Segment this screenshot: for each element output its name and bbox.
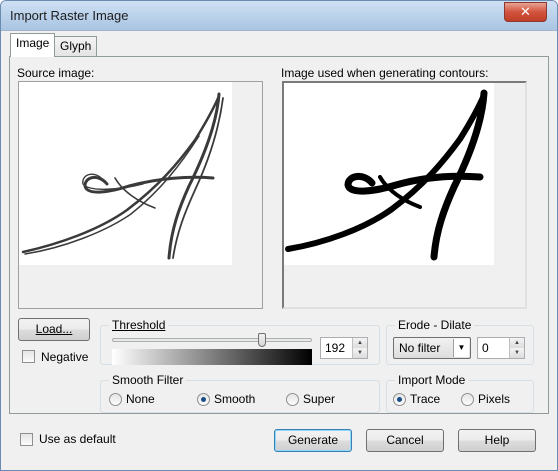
use-as-default-label: Use as default <box>39 432 116 446</box>
help-button[interactable]: Help <box>458 429 536 452</box>
source-image-box <box>18 81 263 309</box>
use-as-default-checkbox[interactable] <box>20 433 33 446</box>
cancel-button[interactable]: Cancel <box>366 429 444 452</box>
close-icon: ✕ <box>520 4 531 19</box>
smooth-super-radio[interactable] <box>286 393 299 406</box>
image-tab-panel: Source image: Image used when generating… <box>9 56 549 414</box>
smooth-smooth-radio[interactable] <box>197 393 210 406</box>
import-trace-radio[interactable] <box>393 393 406 406</box>
import-raster-image-dialog: Import Raster Image ✕ Image Glyph Source… <box>0 0 558 471</box>
source-image-preview <box>19 82 232 265</box>
smooth-none-label: None <box>126 392 155 406</box>
filter-select[interactable]: No filter ▼ <box>393 337 471 359</box>
smooth-filter-title: Smooth Filter <box>109 373 187 387</box>
threshold-slider[interactable] <box>112 338 312 342</box>
import-trace-label: Trace <box>410 392 441 406</box>
import-mode-title: Import Mode <box>395 373 469 387</box>
window-title: Import Raster Image <box>10 8 129 23</box>
smooth-super-label: Super <box>303 392 336 406</box>
threshold-spinbox[interactable]: 192 ▲ ▼ <box>320 337 368 359</box>
threshold-value: 192 <box>325 341 346 355</box>
help-button-label: Help <box>484 433 510 447</box>
tab-glyph[interactable]: Glyph <box>54 36 98 56</box>
smooth-smooth-label: Smooth <box>214 392 256 406</box>
threshold-down-icon[interactable]: ▼ <box>352 348 367 358</box>
load-button-label: Load... <box>35 322 73 336</box>
close-button[interactable]: ✕ <box>504 2 547 22</box>
contour-image-preview <box>284 83 494 265</box>
erode-up-icon[interactable]: ▲ <box>509 338 524 348</box>
import-pixels-label: Pixels <box>478 392 511 406</box>
negative-checkbox[interactable] <box>22 350 35 363</box>
threshold-slider-thumb[interactable] <box>258 333 266 347</box>
smooth-none-radio[interactable] <box>109 393 122 406</box>
import-pixels-radio[interactable] <box>461 393 474 406</box>
erode-down-icon[interactable]: ▼ <box>509 348 524 358</box>
tab-image[interactable]: Image <box>10 33 56 57</box>
threshold-gradient <box>112 349 312 365</box>
import-mode-group: Import Mode <box>386 373 534 413</box>
title-bar[interactable]: Import Raster Image ✕ <box>1 1 557 31</box>
generate-button[interactable]: Generate <box>274 429 352 452</box>
negative-label: Negative <box>41 350 89 364</box>
erode-dilate-title: Erode - Dilate <box>395 318 475 332</box>
contour-image-box <box>282 81 527 309</box>
cancel-button-label: Cancel <box>386 433 424 447</box>
erode-dilate-spinbox[interactable]: 0 ▲ ▼ <box>477 337 525 359</box>
source-image-label: Source image: <box>17 66 95 80</box>
chevron-down-icon: ▼ <box>453 339 469 357</box>
load-button[interactable]: Load... <box>18 318 90 341</box>
filter-select-value: No filter <box>399 341 441 355</box>
threshold-up-icon[interactable]: ▲ <box>352 338 367 348</box>
threshold-title: Threshold <box>109 318 169 332</box>
contour-image-label: Image used when generating contours: <box>281 66 489 80</box>
generate-button-label: Generate <box>287 433 339 447</box>
erode-dilate-value: 0 <box>482 341 489 355</box>
